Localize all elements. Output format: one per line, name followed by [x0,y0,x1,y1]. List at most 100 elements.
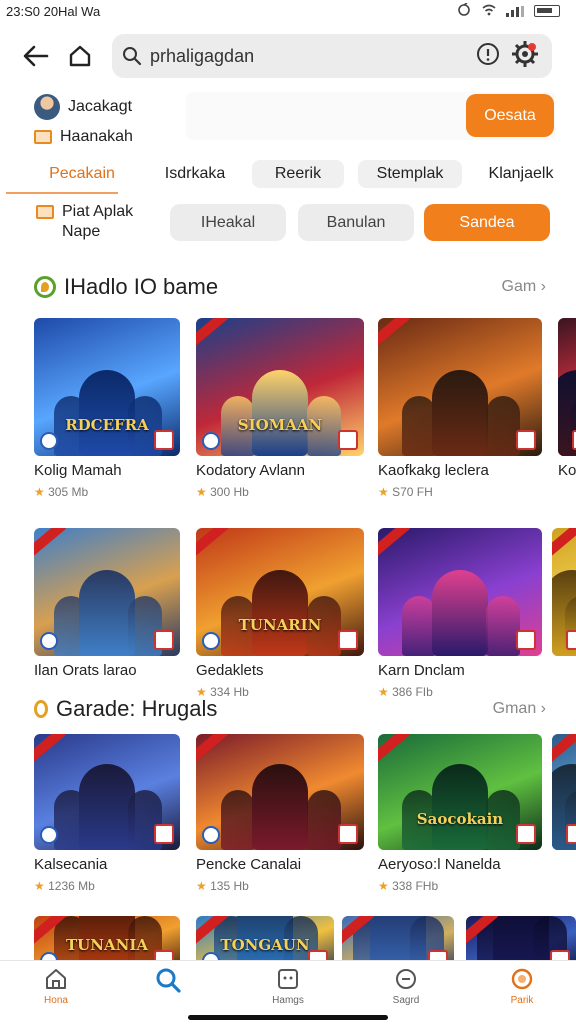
game-thumbnail[interactable]: TONGAUN [196,916,334,960]
tab-3[interactable]: Stemplak [358,160,462,188]
game-card[interactable]: SIOMAAN Kodatory Avlann ★ 300 Hb [196,318,364,499]
game-card[interactable]: Kol [558,318,576,479]
wallet-icon [34,130,52,144]
game-card[interactable] [552,528,576,656]
game-card[interactable]: Karn Dnclam ★ 386 FIb [378,528,542,699]
new-ribbon [378,528,411,557]
game-card[interactable]: Kaofkakg leclera ★ S70 FH [378,318,542,499]
tab-1[interactable]: Isdrkaka [150,160,240,188]
game-card[interactable]: TUNANIA [34,916,180,960]
game-thumbnail[interactable] [342,916,454,960]
game-size: 338 FHb [392,879,439,893]
game-thumbnail[interactable]: TUNANIA [34,916,180,960]
account-row[interactable]: Jacakagt [34,94,133,120]
game-size: 1236 Mb [48,879,95,893]
section-more-1[interactable]: Gman › [493,700,546,718]
platform-badge-icon [202,632,220,650]
star-icon: ★ [196,685,211,699]
game-card[interactable]: TONGAUN [196,916,334,960]
game-card[interactable] [466,916,576,960]
game-card[interactable]: Ilan Orats larao [34,528,180,679]
account-sub-row[interactable]: Haanakah [34,128,133,146]
section-title-1: Garade: Hrugals [34,696,217,722]
game-thumbnail[interactable] [558,318,576,456]
game-thumbnail[interactable] [34,528,180,656]
game-thumbnail[interactable]: RDCEFRA [34,318,180,456]
character-figure [252,570,308,656]
app-bar [0,22,576,90]
status-time: 23:S0 20Hal Wa [6,3,101,19]
nav-profile[interactable]: Parik [482,967,562,1006]
game-thumbnail[interactable] [378,318,542,456]
chat-icon [396,969,416,989]
character-figure [432,764,488,850]
chip-1[interactable]: Banulan [298,204,414,241]
filter-label-text: Piat Aplak Nape [62,202,133,242]
game-thumbnail[interactable]: TUNARIN [196,528,364,656]
game-thumbnail[interactable] [378,528,542,656]
tab-4[interactable]: Klanjaelk [476,160,566,188]
nav-chat[interactable]: Sagrd [366,967,446,1006]
game-title: Kol [558,462,576,479]
chip-0[interactable]: IHeakal [170,204,286,241]
info-icon[interactable] [476,42,500,71]
game-card[interactable]: TUNARIN Gedaklets ★ 334 Hb [196,528,364,699]
star-icon: ★ [196,879,211,893]
game-thumbnail[interactable] [196,734,364,850]
chip-2[interactable]: Sandea [424,204,550,241]
character-figure [432,370,488,456]
game-card[interactable] [552,734,576,850]
search-icon [156,968,181,993]
search-input[interactable] [150,45,468,67]
nav-games[interactable]: Hamgs [248,967,328,1006]
avatar[interactable] [34,94,60,120]
publisher-badge-icon [516,824,536,844]
game-title: Kolig Mamah [34,462,122,479]
home-button[interactable] [58,34,102,78]
publisher-badge-icon [516,430,536,450]
nav-home[interactable]: Hona [16,967,96,1006]
tab-0[interactable]: Pecakain [34,160,130,188]
character-figure [221,790,255,850]
game-card[interactable]: Pencke Canalai ★ 135 Hb [196,734,364,893]
leaf-icon [34,276,56,298]
publisher-badge-icon [566,630,576,650]
publisher-badge-icon [566,824,576,844]
game-thumbnail[interactable]: Saocokain [378,734,542,850]
section-more-label-1: Gman [492,700,537,717]
game-thumbnail[interactable] [552,528,576,656]
game-title: Pencke Canalai [196,856,302,873]
wifi-icon [482,4,496,19]
game-title: Kodatory Avlann [196,462,305,479]
search-bar[interactable] [112,34,552,78]
game-card[interactable]: RDCEFRA Kolig Mamah ★ 305 Mb [34,318,180,499]
game-thumbnail[interactable] [552,734,576,850]
new-ribbon [34,528,67,557]
character-figure [79,570,135,656]
game-thumbnail[interactable]: SIOMAAN [196,318,364,456]
new-ribbon [34,734,67,763]
publisher-badge-icon [154,430,174,450]
section-title-text-0: IHadlo IO bame [64,274,219,299]
back-button[interactable] [14,34,58,78]
home-indicator [188,1015,388,1020]
game-logo-text: RDCEFRA [65,416,149,434]
new-ribbon [196,318,229,347]
game-card[interactable]: Saocokain Aeryoso:l Nanelda ★ 338 FHb [378,734,542,893]
publisher-badge-icon [550,950,570,960]
game-card[interactable] [342,916,454,960]
publisher-badge-icon [338,630,358,650]
account-name: Jacakagt [68,98,133,115]
character-figure [485,396,520,456]
status-bar: 23:S0 20Hal Wa [0,0,576,22]
promo-button[interactable]: Oesata [466,94,554,137]
nav-search[interactable] [128,967,208,993]
game-thumbnail[interactable] [34,734,180,850]
new-ribbon [378,318,411,347]
star-icon: ★ [378,879,393,893]
section-more-0[interactable]: Gam › [502,278,546,296]
game-card[interactable]: Kalsecania ★ 1236 Mb [34,734,180,893]
game-thumbnail[interactable] [466,916,576,960]
settings-button[interactable] [508,37,542,76]
tab-2[interactable]: Reerik [252,160,344,188]
